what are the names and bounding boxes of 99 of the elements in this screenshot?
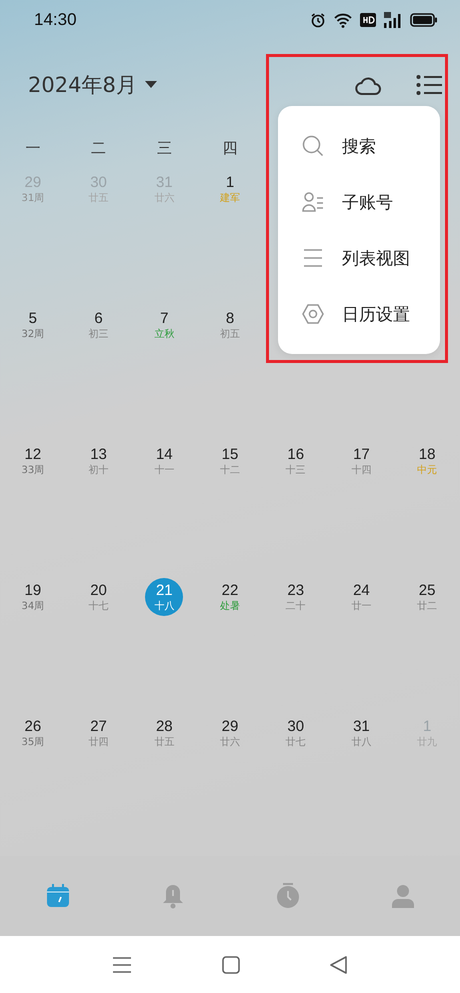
day-number: 31: [353, 718, 370, 736]
calendar-day[interactable]: 15 十二: [210, 442, 249, 480]
day-subtitle: 中元: [417, 464, 438, 476]
day-number: 24: [353, 582, 370, 600]
day-subtitle: 31周: [21, 192, 44, 204]
day-number: 22: [222, 582, 238, 600]
calendar-day[interactable]: 5 32周: [14, 306, 52, 344]
calendar-day[interactable]: 13 初十: [80, 442, 118, 480]
weekday-label: 四: [222, 138, 238, 158]
day-number: 21: [156, 582, 173, 600]
calendar-day[interactable]: 30 廿七: [276, 714, 315, 752]
calendar-day[interactable]: 27 廿四: [80, 714, 118, 752]
weekday-label: 二: [91, 138, 106, 158]
day-subtitle: 廿五: [154, 736, 174, 748]
hd-icon: [360, 13, 376, 27]
day-number: 30: [287, 718, 304, 736]
day-subtitle: 十八: [154, 600, 174, 612]
person-list-icon: [302, 191, 324, 213]
alarm-icon: [310, 12, 326, 28]
month-picker[interactable]: 2024年8月: [28, 71, 157, 99]
calendar-day[interactable]: 22 处暑: [210, 578, 249, 616]
day-number: 17: [353, 446, 370, 464]
day-number: 25: [418, 582, 436, 600]
calendar-day[interactable]: 31 廿八: [342, 714, 380, 752]
calendar-day[interactable]: 17 十四: [342, 442, 380, 480]
calendar-day[interactable]: 12 33周: [14, 442, 52, 480]
calendar-day[interactable]: 28 廿五: [145, 714, 184, 752]
menu-item[interactable]: 列表视图: [278, 230, 440, 286]
day-subtitle: 廿四: [88, 736, 109, 748]
day-number: 13: [90, 446, 107, 464]
calendar-day[interactable]: 25 廿二: [408, 578, 446, 616]
calendar-day[interactable]: 29 廿六: [210, 714, 249, 752]
day-subtitle: 廿六: [220, 736, 240, 748]
calendar-day[interactable]: 16 十三: [276, 442, 315, 480]
day-subtitle: 33周: [21, 464, 44, 476]
calendar-day[interactable]: 8 初五: [210, 306, 249, 344]
day-number: 16: [287, 446, 304, 464]
day-subtitle: 初十: [88, 464, 109, 476]
day-subtitle: 十一: [154, 464, 174, 476]
weekday-label: 一: [25, 138, 40, 158]
calendar-day[interactable]: 19 34周: [14, 578, 52, 616]
back-icon[interactable]: [330, 956, 348, 974]
menu-icon[interactable]: [416, 74, 442, 96]
day-subtitle: 35周: [21, 736, 44, 748]
day-subtitle: 立秋: [154, 328, 174, 340]
day-subtitle: 初三: [88, 328, 109, 340]
day-subtitle: 廿二: [417, 600, 438, 612]
calendar-day[interactable]: 1 建军: [210, 170, 249, 208]
day-number: 28: [156, 718, 173, 736]
day-subtitle: 建军: [220, 192, 240, 204]
menu-item[interactable]: 日历设置: [278, 286, 440, 342]
menu-item[interactable]: 子账号: [278, 174, 440, 230]
wifi-icon: [334, 12, 352, 28]
day-number: 27: [90, 718, 107, 736]
day-subtitle: 十二: [220, 464, 240, 476]
calendar-day[interactable]: 20 十七: [80, 578, 118, 616]
calendar-day[interactable]: 7 立秋: [145, 306, 184, 344]
day-number: 1: [226, 174, 234, 192]
day-number: 26: [24, 718, 42, 736]
day-subtitle: 廿一: [351, 600, 372, 612]
day-number: 19: [24, 582, 42, 600]
day-number: 14: [156, 446, 173, 464]
day-subtitle: 廿八: [351, 736, 372, 748]
day-number: 15: [222, 446, 238, 464]
weekday-label: 三: [156, 138, 172, 158]
signal-icon: [384, 12, 402, 28]
recents-icon[interactable]: [112, 956, 132, 974]
day-number: 5: [28, 310, 38, 328]
menu-item[interactable]: 搜索: [278, 118, 440, 174]
calendar-day[interactable]: 14 十一: [145, 442, 184, 480]
calendar-day[interactable]: 23 二十: [276, 578, 315, 616]
calendar-day[interactable]: 26 35周: [14, 714, 52, 752]
day-subtitle: 十三: [286, 464, 306, 476]
day-number: 8: [226, 310, 234, 328]
day-number: 29: [222, 718, 238, 736]
battery-icon: [410, 13, 438, 27]
day-subtitle: 十四: [351, 464, 372, 476]
day-number: 23: [287, 582, 304, 600]
calendar-day[interactable]: 6 初三: [80, 306, 118, 344]
home-icon[interactable]: [222, 956, 240, 974]
day-number: 12: [24, 446, 42, 464]
day-subtitle: 二十: [286, 600, 306, 612]
lines-icon: [302, 248, 324, 268]
day-subtitle: 34周: [21, 600, 44, 612]
search-icon: [302, 135, 324, 157]
day-subtitle: 处暑: [220, 600, 240, 612]
day-subtitle: 初五: [220, 328, 240, 340]
day-number: 20: [90, 582, 107, 600]
day-subtitle: 十七: [88, 600, 109, 612]
calendar-day[interactable]: 24 廿一: [342, 578, 380, 616]
dropdown-caret-icon: [144, 81, 157, 89]
day-subtitle: 32周: [21, 328, 44, 340]
day-number: 18: [418, 446, 436, 464]
settings-icon: [302, 303, 324, 325]
day-subtitle: 廿七: [286, 736, 306, 748]
status-time: 14:30: [34, 10, 77, 30]
day-number: 7: [160, 310, 168, 328]
day-number: 6: [94, 310, 103, 328]
calendar-day[interactable]: 18 中元: [408, 442, 446, 480]
